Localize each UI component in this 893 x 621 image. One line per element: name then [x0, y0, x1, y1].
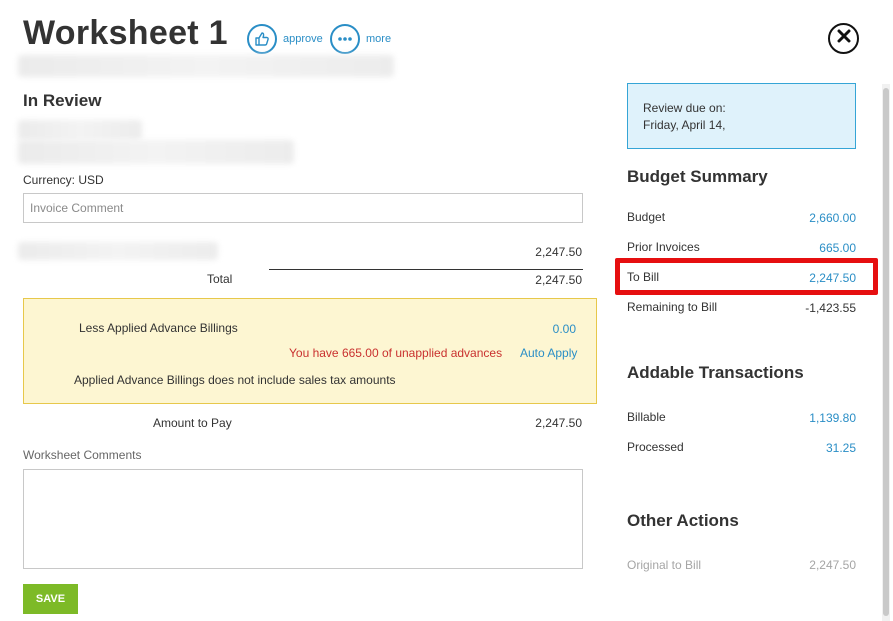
- total-divider: [269, 269, 583, 270]
- ellipsis-icon: [330, 24, 360, 54]
- advance-note: Applied Advance Billings does not includ…: [74, 373, 396, 387]
- billable-value[interactable]: 1,139.80: [809, 411, 856, 425]
- other-actions-heading: Other Actions: [627, 511, 739, 530]
- amount-to-pay-label: Amount to Pay: [153, 416, 232, 430]
- more-button[interactable]: more: [330, 24, 391, 54]
- billable-label: Billable: [627, 410, 666, 424]
- redacted-client-info: [18, 140, 294, 164]
- approve-button[interactable]: approve: [247, 24, 323, 54]
- redacted-subtitle: [18, 55, 394, 77]
- advance-amount-link[interactable]: 0.00: [504, 322, 576, 336]
- total-amount: 2,247.50: [535, 273, 582, 287]
- save-button[interactable]: SAVE: [23, 584, 78, 614]
- advance-billings-panel: Less Applied Advance Billings 0.00 You h…: [23, 298, 597, 404]
- status-heading: In Review: [23, 91, 102, 110]
- review-due-label: Review due on:: [643, 101, 726, 115]
- unapplied-advances-warning: You have 665.00 of unapplied advances: [289, 346, 503, 360]
- advance-label: Less Applied Advance Billings: [79, 321, 238, 335]
- processed-value[interactable]: 31.25: [826, 441, 856, 455]
- total-label: Total: [207, 272, 233, 286]
- review-due-date: Friday, April 14,: [643, 118, 726, 132]
- line-item-amount: 2,247.50: [535, 245, 582, 259]
- thumbs-up-icon: [247, 24, 277, 54]
- original-to-bill-value: 2,247.50: [809, 558, 856, 572]
- invoice-comment-input[interactable]: [23, 193, 583, 223]
- redacted-line-item: [18, 242, 218, 260]
- budget-summary-heading: Budget Summary: [627, 167, 768, 186]
- redacted-client-info: [18, 120, 142, 140]
- close-icon: [837, 29, 851, 48]
- auto-apply-link[interactable]: Auto Apply: [520, 346, 577, 360]
- original-to-bill-label[interactable]: Original to Bill: [627, 558, 701, 572]
- close-button[interactable]: [828, 23, 859, 54]
- budget-value[interactable]: 2,660.00: [809, 211, 856, 225]
- review-due-box: Review due on: Friday, April 14,: [627, 83, 856, 149]
- approve-label: approve: [283, 33, 323, 45]
- budget-label: Budget: [627, 210, 666, 224]
- prior-invoices-label: Prior Invoices: [627, 240, 700, 254]
- prior-invoices-value[interactable]: 665.00: [819, 241, 856, 255]
- to-bill-highlight: [615, 258, 878, 295]
- page-title: Worksheet 1: [23, 14, 228, 52]
- more-label: more: [366, 33, 392, 45]
- currency-label: Currency: USD: [23, 173, 104, 187]
- amount-to-pay-value: 2,247.50: [535, 416, 582, 430]
- processed-label: Processed: [627, 440, 684, 454]
- remaining-to-bill-value: -1,423.55: [805, 301, 856, 315]
- worksheet-comments-label: Worksheet Comments: [23, 448, 142, 462]
- addable-transactions-heading: Addable Transactions: [627, 363, 804, 382]
- scrollbar-thumb[interactable]: [883, 88, 889, 616]
- remaining-to-bill-label: Remaining to Bill: [627, 300, 718, 314]
- worksheet-comments-textarea[interactable]: [23, 469, 583, 569]
